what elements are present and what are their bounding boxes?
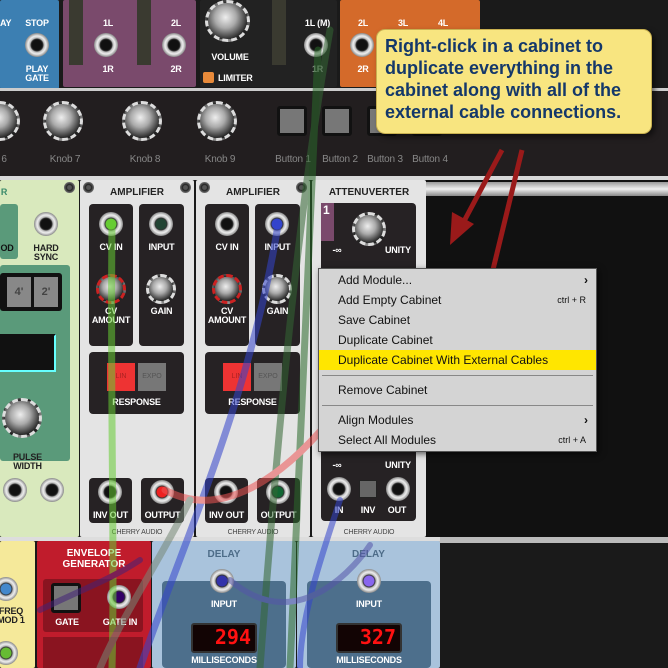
arrow-shaft	[459, 148, 505, 227]
instruction-tooltip: Right-click in a cabinet to duplicate ev…	[376, 29, 652, 134]
menu-separator	[322, 375, 593, 376]
chevron-right-icon: ›	[584, 413, 588, 427]
cabinet-context-menu: Add Module... › Add Empty Cabinet ctrl + R…	[318, 268, 597, 452]
menu-item-label: Add Module...	[338, 273, 413, 287]
menu-item-add-module[interactable]: Add Module... ›	[319, 270, 596, 290]
menu-shortcut: ctrl + R	[557, 295, 586, 305]
menu-item-label: Save Cabinet	[338, 313, 411, 327]
menu-item-label: Add Empty Cabinet	[338, 293, 442, 307]
chevron-right-icon: ›	[584, 273, 588, 287]
menu-item-duplicate-cabinet[interactable]: Duplicate Cabinet	[319, 330, 596, 350]
menu-item-align-modules[interactable]: Align Modules ›	[319, 410, 596, 430]
menu-separator	[322, 405, 593, 406]
menu-item-label: Select All Modules	[338, 433, 437, 447]
menu-item-label: Remove Cabinet	[338, 383, 428, 397]
menu-item-remove-cabinet[interactable]: Remove Cabinet	[319, 380, 596, 400]
menu-item-duplicate-with-cables[interactable]: Duplicate Cabinet With External Cables	[319, 350, 596, 370]
menu-shortcut: ctrl + A	[558, 435, 586, 445]
menu-item-select-all-modules[interactable]: Select All Modules ctrl + A	[319, 430, 596, 450]
menu-item-label: Duplicate Cabinet	[338, 333, 433, 347]
menu-item-label: Align Modules	[338, 413, 414, 427]
menu-item-save-cabinet[interactable]: Save Cabinet	[319, 310, 596, 330]
menu-item-label: Duplicate Cabinet With External Cables	[338, 353, 549, 367]
menu-item-add-empty-cabinet[interactable]: Add Empty Cabinet ctrl + R	[319, 290, 596, 310]
arrow-head-icon	[450, 212, 474, 245]
